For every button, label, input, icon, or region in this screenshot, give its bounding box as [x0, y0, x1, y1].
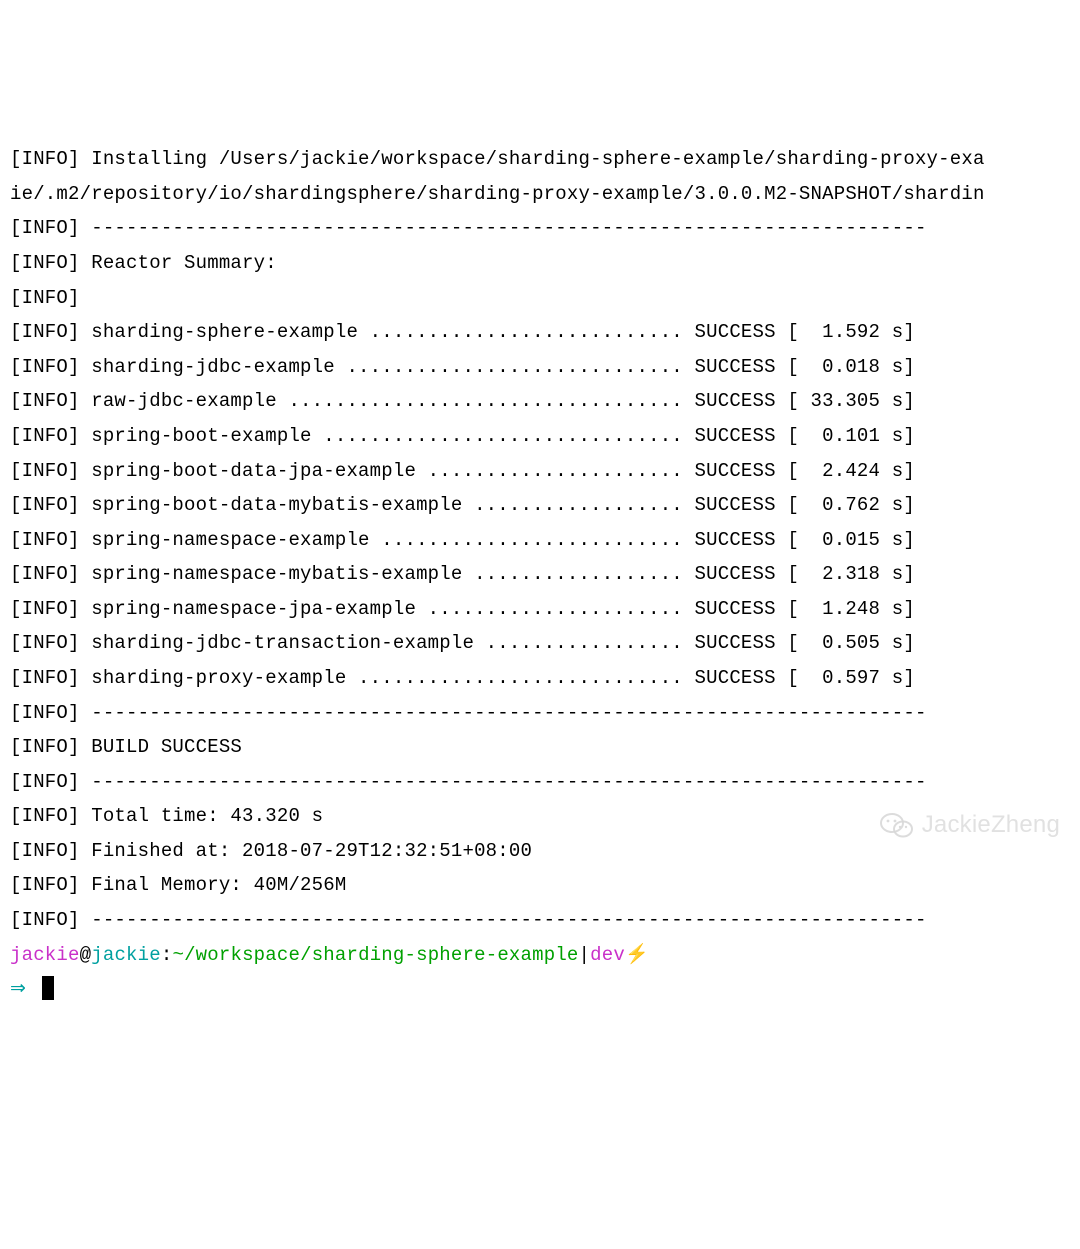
reactor-row: [INFO] sharding-jdbc-transaction-example… — [10, 626, 1070, 661]
prompt-branch: dev — [590, 944, 625, 966]
empty-info-line: [INFO] — [10, 281, 1070, 316]
shell-prompt[interactable]: jackie@jackie:~/workspace/sharding-spher… — [10, 938, 1070, 973]
divider-line: [INFO] ---------------------------------… — [10, 696, 1070, 731]
reactor-row: [INFO] spring-namespace-jpa-example ....… — [10, 592, 1070, 627]
reactor-row: [INFO] spring-namespace-mybatis-example … — [10, 557, 1070, 592]
reactor-row: [INFO] sharding-proxy-example ..........… — [10, 661, 1070, 696]
prompt-arrow-icon: ⇒ — [10, 978, 26, 1000]
prompt-user: jackie — [10, 944, 80, 966]
divider-line: [INFO] ---------------------------------… — [10, 903, 1070, 938]
terminal-output[interactable]: [INFO] Installing /Users/jackie/workspac… — [10, 142, 1070, 1006]
total-time-line: [INFO] Total time: 43.320 s — [10, 799, 1070, 834]
install-line-2: ie/.m2/repository/io/shardingsphere/shar… — [10, 177, 1070, 212]
prompt-pipe: | — [579, 944, 591, 966]
reactor-row: [INFO] spring-boot-data-jpa-example ....… — [10, 454, 1070, 489]
lightning-icon: ⚡ — [625, 944, 649, 966]
shell-input-line[interactable]: ⇒ — [10, 972, 1070, 1007]
reactor-row: [INFO] spring-boot-data-mybatis-example … — [10, 488, 1070, 523]
reactor-row: [INFO] spring-boot-example .............… — [10, 419, 1070, 454]
install-line-1: [INFO] Installing /Users/jackie/workspac… — [10, 142, 1070, 177]
prompt-path: ~/workspace/sharding-sphere-example — [172, 944, 578, 966]
reactor-row: [INFO] sharding-jdbc-example ...........… — [10, 350, 1070, 385]
divider-line: [INFO] ---------------------------------… — [10, 765, 1070, 800]
text-cursor — [42, 976, 54, 1000]
reactor-row: [INFO] spring-namespace-example ........… — [10, 523, 1070, 558]
prompt-host: jackie — [91, 944, 161, 966]
final-memory-line: [INFO] Final Memory: 40M/256M — [10, 868, 1070, 903]
reactor-summary-header: [INFO] Reactor Summary: — [10, 246, 1070, 281]
prompt-at: @ — [80, 944, 92, 966]
build-success-line: [INFO] BUILD SUCCESS — [10, 730, 1070, 765]
finished-at-line: [INFO] Finished at: 2018-07-29T12:32:51+… — [10, 834, 1070, 869]
divider-line: [INFO] ---------------------------------… — [10, 211, 1070, 246]
reactor-row: [INFO] raw-jdbc-example ................… — [10, 384, 1070, 419]
prompt-colon: : — [161, 944, 173, 966]
reactor-row: [INFO] sharding-sphere-example .........… — [10, 315, 1070, 350]
